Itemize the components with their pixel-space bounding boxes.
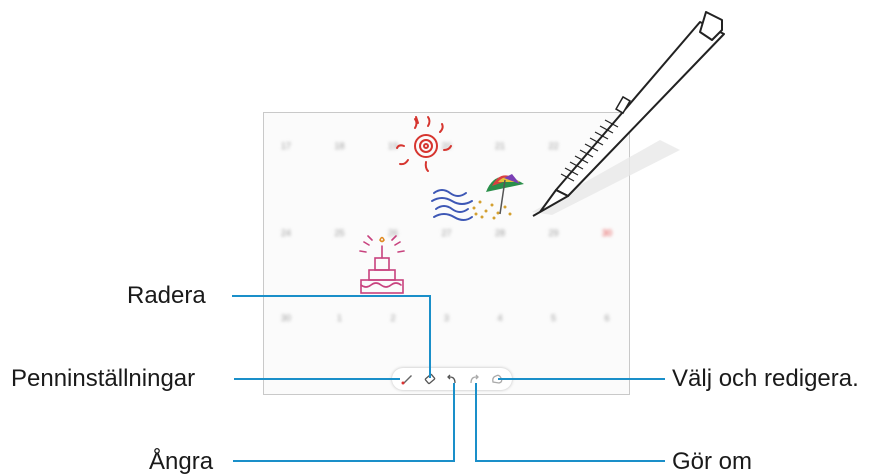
gor-om-callout-line (475, 383, 665, 462)
penninstallningar-label: Penninställningar (11, 365, 196, 392)
gor-om-label: Gör om (672, 448, 753, 475)
callout-lines (232, 295, 665, 462)
angra-label: Ångra (149, 448, 214, 475)
valj-och-redigera-label: Välj och redigera. (672, 365, 859, 392)
angra-callout-line (233, 383, 455, 462)
radera-callout-line (232, 295, 431, 378)
radera-label: Radera (127, 282, 206, 309)
